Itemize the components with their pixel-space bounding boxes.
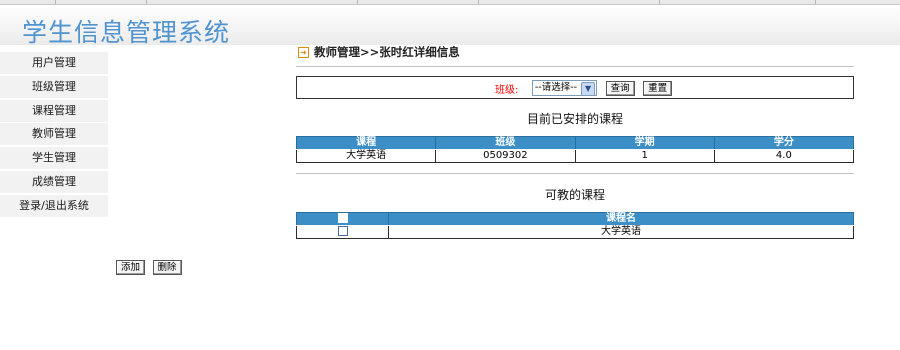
sidebar-item-classes[interactable]: 班级管理	[0, 75, 108, 98]
column-header: 班级	[435, 136, 576, 150]
sidebar: 用户管理 班级管理 课程管理 教师管理 学生管理 成绩管理 登录/退出系统	[0, 52, 108, 219]
strip-segment	[0, 0, 56, 4]
strip-segment	[660, 0, 816, 4]
row-checkbox[interactable]	[337, 226, 348, 236]
select-all-checkbox[interactable]	[337, 213, 348, 223]
arrow-right-icon: ➜	[298, 47, 309, 58]
app-title: 学生信息管理系统	[22, 18, 231, 47]
strip-segment	[56, 0, 147, 4]
breadcrumb-text: 教师管理>>张时红详细信息	[314, 45, 460, 59]
column-header: 学分	[713, 136, 855, 150]
class-cell: 0509302	[435, 149, 576, 163]
credit-cell: 4.0	[713, 149, 855, 163]
select-all-header	[296, 212, 389, 226]
table-header-row: 课程 班级 学期 学分	[295, 136, 855, 150]
sidebar-item-students[interactable]: 学生管理	[0, 147, 108, 170]
column-header: 课程名	[388, 212, 854, 226]
query-button[interactable]: 查询	[605, 80, 635, 96]
filter-controls: 班级: --请选择-- ▼ 查询 重置	[495, 80, 673, 96]
add-button[interactable]: 添加	[116, 260, 146, 275]
sidebar-item-login-logout[interactable]: 登录/退出系统	[0, 194, 108, 217]
sidebar-item-teachers[interactable]: 教师管理	[0, 123, 108, 146]
class-select[interactable]: --请选择-- ▼	[531, 80, 598, 96]
sidebar-item-users[interactable]: 用户管理	[0, 52, 108, 74]
teachable-courses-title: 可教的课程	[544, 188, 605, 202]
app-header: 学生信息管理系统	[0, 5, 900, 47]
table-header-row: 课程名	[296, 212, 854, 226]
strip-segment	[479, 0, 660, 4]
teachable-courses-table: 课程名 大学英语	[296, 212, 854, 239]
class-select-value: --请选择--	[534, 82, 578, 93]
sidebar-item-grades[interactable]: 成绩管理	[0, 170, 108, 193]
column-header: 课程	[295, 136, 437, 150]
course-cell: 大学英语	[295, 149, 437, 163]
strip-segment	[147, 0, 358, 4]
term-cell: 1	[574, 149, 715, 163]
delete-button[interactable]: 删除	[152, 260, 182, 275]
column-header: 学期	[574, 136, 715, 150]
checkbox-cell	[296, 225, 389, 239]
class-filter-label: 班级:	[495, 84, 519, 96]
scheduled-courses-title: 目前已安排的课程	[526, 112, 623, 126]
course-name-cell: 大学英语	[388, 225, 854, 239]
scheduled-courses-table: 课程 班级 学期 学分 大学英语 0509302 1 4.0	[295, 136, 855, 163]
reset-button[interactable]: 重置	[643, 80, 673, 96]
filter-box: 班级: --请选择-- ▼ 查询 重置	[296, 76, 854, 99]
chevron-down-icon[interactable]: ▼	[581, 82, 596, 96]
breadcrumb: ➜ 教师管理>>张时红详细信息	[298, 44, 460, 60]
table-row: 大学英语 0509302 1 4.0	[295, 149, 855, 163]
divider	[296, 66, 854, 67]
divider	[296, 173, 854, 174]
action-buttons: 添加 删除	[116, 260, 186, 275]
strip-segment	[358, 0, 479, 4]
table-row: 大学英语	[296, 225, 854, 239]
sidebar-item-courses[interactable]: 课程管理	[0, 99, 108, 122]
